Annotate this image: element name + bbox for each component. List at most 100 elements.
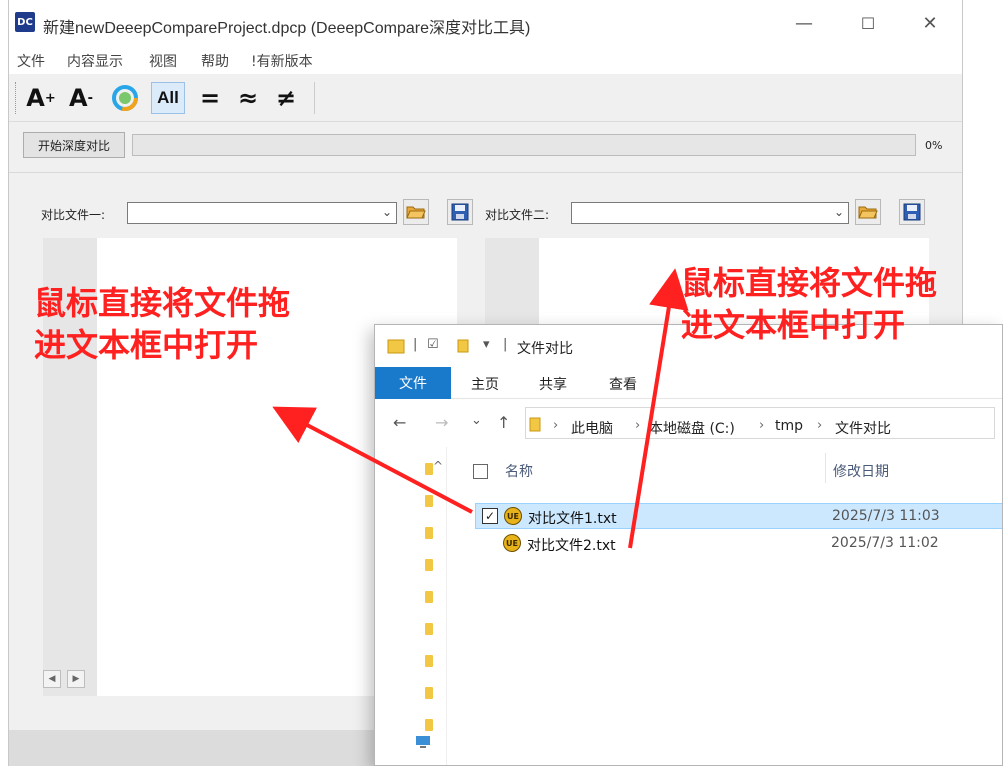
- file-name[interactable]: 对比文件2.txt: [527, 535, 616, 555]
- nav-folder-icon[interactable]: [425, 623, 433, 635]
- right-annotation-line1: 鼠标直接将文件拖: [681, 264, 938, 302]
- row-checkbox[interactable]: ✓: [482, 508, 498, 524]
- deep-compare-toggle-button[interactable]: [107, 82, 143, 114]
- scroll-left-icon[interactable]: ◀: [43, 670, 61, 688]
- menu-bar: 文件 内容显示 视图 帮助 !有新版本: [9, 48, 962, 74]
- column-divider[interactable]: [825, 453, 826, 483]
- scroll-right-icon[interactable]: ▶: [67, 670, 85, 688]
- app-logo-icon: DC: [15, 12, 35, 32]
- new-folder-icon[interactable]: [457, 339, 469, 353]
- compare-ring-icon: [112, 85, 138, 111]
- chevron-down-icon[interactable]: ⌄: [834, 205, 844, 219]
- save-file2-button[interactable]: [899, 199, 925, 225]
- font-increase-sup: +: [44, 90, 56, 106]
- up-arrow-icon[interactable]: ↑: [497, 413, 510, 432]
- save-icon: [903, 203, 921, 221]
- file-modified-date: 2025/7/3 11:02: [831, 535, 939, 551]
- font-decrease-label: A: [69, 84, 88, 112]
- crumb-sep-icon: ›: [553, 418, 559, 433]
- file2-label: 对比文件二:: [485, 208, 550, 222]
- address-bar-row: ← → ⌄ ↑ › 此电脑 › 本地磁盘 (C:) › tmp › 文件对比: [375, 399, 1002, 447]
- divider: [9, 172, 962, 173]
- nav-folder-icon[interactable]: [425, 495, 433, 507]
- open-file2-button[interactable]: [855, 199, 881, 225]
- nav-folder-icon[interactable]: [425, 719, 433, 731]
- folder-small-icon: [529, 417, 541, 432]
- ribbon-tab-share[interactable]: 共享: [539, 374, 567, 394]
- forward-arrow-icon[interactable]: →: [435, 413, 448, 432]
- show-equal-button[interactable]: =: [195, 82, 225, 114]
- show-different-button[interactable]: ≠: [271, 82, 301, 114]
- chevron-down-icon[interactable]: ⌄: [382, 205, 392, 219]
- right-annotation-line2: 进文本框中打开: [681, 306, 906, 344]
- open-file1-button[interactable]: [403, 199, 429, 225]
- select-all-checkbox[interactable]: [473, 464, 488, 479]
- nav-folder-icon[interactable]: [425, 527, 433, 539]
- menu-view[interactable]: 视图: [149, 51, 177, 71]
- menu-new-version[interactable]: !有新版本: [251, 51, 313, 71]
- left-annotation-line2: 进文本框中打开: [34, 326, 259, 364]
- progress-bar: [132, 134, 916, 156]
- folder-icon: [387, 339, 405, 354]
- font-increase-button[interactable]: A +: [25, 82, 57, 114]
- file-name[interactable]: 对比文件1.txt: [528, 508, 617, 528]
- explorer-title: 文件对比: [517, 341, 573, 357]
- ribbon-tab-view[interactable]: 查看: [609, 374, 637, 394]
- font-decrease-sup: -: [87, 90, 93, 106]
- file2-combobox[interactable]: ⌄: [571, 202, 849, 224]
- menu-help[interactable]: 帮助: [201, 51, 229, 71]
- column-header-modified[interactable]: 修改日期: [833, 461, 889, 481]
- ultraedit-file-icon: UE: [504, 507, 522, 525]
- ribbon-tab-file[interactable]: 文件: [375, 367, 451, 399]
- save-icon: [451, 203, 469, 221]
- menu-content-display[interactable]: 内容显示: [67, 51, 123, 71]
- file-explorer-window: | ☑ ▾ | 文件对比 文件 主页 共享 查看 ← → ⌄ ↑ › 此电脑 ›…: [374, 324, 1003, 766]
- toolbar-separator: [314, 82, 315, 114]
- font-decrease-button[interactable]: A-: [65, 82, 97, 114]
- nav-folder-icon[interactable]: [425, 559, 433, 571]
- maximize-button[interactable]: ☐: [855, 10, 881, 36]
- crumb-sep-icon: ›: [635, 418, 641, 433]
- folder-open-icon: [858, 206, 878, 219]
- toolbar-grip: [15, 82, 17, 114]
- window-title: 新建newDeeepCompareProject.dpcp (DeeepComp…: [43, 20, 531, 37]
- qa-dropdown-icon[interactable]: ▾: [483, 337, 490, 352]
- menu-file[interactable]: 文件: [17, 51, 45, 71]
- this-pc-icon[interactable]: [415, 735, 431, 749]
- close-button[interactable]: ✕: [917, 10, 943, 36]
- save-file1-button[interactable]: [447, 199, 473, 225]
- navigation-pane[interactable]: [421, 447, 447, 765]
- left-horizontal-scrollbar[interactable]: ◀ ▶: [43, 670, 107, 690]
- crumb-local-disk[interactable]: 本地磁盘 (C:): [649, 418, 735, 438]
- nav-folder-icon[interactable]: [425, 463, 433, 475]
- minimize-button[interactable]: —: [791, 10, 817, 36]
- right-annotation: 鼠标直接将文件拖 进文本框中打开: [681, 262, 937, 346]
- crumb-compare-folder[interactable]: 文件对比: [835, 418, 891, 438]
- show-similar-button[interactable]: ≈: [233, 82, 263, 114]
- qa-separator: |: [413, 337, 418, 352]
- file-row[interactable]: ✓ UE 对比文件1.txt 2025/7/3 11:03: [475, 503, 1002, 529]
- qa-properties-icon[interactable]: ☑: [427, 337, 439, 352]
- crumb-sep-icon: ›: [817, 418, 823, 433]
- crumb-tmp[interactable]: tmp: [775, 418, 803, 434]
- nav-folder-icon[interactable]: [425, 591, 433, 603]
- recent-locations-icon[interactable]: ⌄: [471, 413, 482, 428]
- back-arrow-icon[interactable]: ←: [393, 413, 406, 432]
- ribbon-tab-home[interactable]: 主页: [471, 374, 499, 394]
- title-bar: DC 新建newDeeepCompareProject.dpcp (DeeepC…: [9, 0, 962, 48]
- file1-label: 对比文件一:: [41, 208, 106, 222]
- toolbar: A + A- All = ≈ ≠: [9, 74, 962, 122]
- qa-separator: |: [503, 337, 508, 352]
- file-modified-date: 2025/7/3 11:03: [832, 508, 940, 524]
- start-compare-button[interactable]: 开始深度对比: [23, 132, 125, 158]
- nav-collapse-icon[interactable]: ^: [433, 459, 443, 473]
- show-all-button[interactable]: All: [151, 82, 185, 114]
- explorer-ribbon: 文件 主页 共享 查看: [375, 367, 1002, 399]
- file1-combobox[interactable]: ⌄: [127, 202, 397, 224]
- column-header-name[interactable]: 名称: [505, 461, 533, 481]
- crumb-this-pc[interactable]: 此电脑: [571, 418, 613, 438]
- nav-folder-icon[interactable]: [425, 655, 433, 667]
- progress-percent: 0%: [925, 139, 943, 152]
- nav-folder-icon[interactable]: [425, 687, 433, 699]
- file-row[interactable]: UE 对比文件2.txt 2025/7/3 11:02: [475, 531, 1002, 557]
